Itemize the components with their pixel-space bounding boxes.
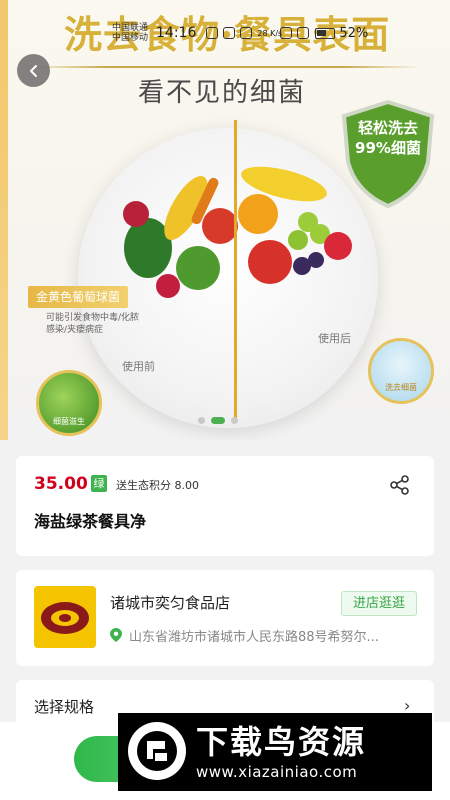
after-circle-image: 洗去细菌 <box>368 338 434 404</box>
shield-line-1: 轻松洗去 <box>357 119 418 137</box>
wifi-icon <box>280 27 293 39</box>
watermark-url: www.xiazainiao.com <box>196 763 358 781</box>
alarm-icon <box>223 27 236 39</box>
hero-divider <box>30 66 420 68</box>
watermark: 下载鸟资源 www.xiazainiao.com <box>118 713 432 791</box>
store-name[interactable]: 诸城市奕匀食品店 <box>110 592 230 613</box>
before-circle-label: 细菌滋生 <box>53 417 85 426</box>
store-logo[interactable] <box>34 586 96 648</box>
vibrate-icon <box>240 27 253 39</box>
product-name: 海盐绿茶餐具净 <box>34 512 147 531</box>
signal-icon <box>297 27 310 39</box>
store-logo-image <box>34 586 96 648</box>
battery-icon <box>315 27 336 39</box>
carousel-dot-active[interactable] <box>211 417 225 424</box>
status-icons: 28 K/s <box>206 27 310 39</box>
visit-store-button[interactable]: 进店逛逛 <box>341 591 417 616</box>
status-bar: 中国联通 中国移动 14:16 28 K/s 52% <box>112 20 442 46</box>
shield-text: 轻松洗去 99%细菌 <box>344 118 432 158</box>
shield-line-2: 99%细菌 <box>355 139 421 157</box>
use-after-label: 使用后 <box>318 332 351 345</box>
carousel-dot[interactable] <box>198 417 205 424</box>
hero-edge-strip <box>0 0 8 440</box>
back-button[interactable] <box>17 54 50 87</box>
location-pin-icon <box>110 628 122 642</box>
store-card[interactable]: 诸城市奕匀食品店 进店逛逛 山东省潍坊市诸城市人民东路88号希努尔... <box>16 570 434 666</box>
bacteria-note: 可能引发食物中毒/化脓感染/夹瘘病症 <box>46 313 140 335</box>
price-card: 35.00 绿 送生态积分 8.00 海盐绿茶餐具净 <box>16 456 434 556</box>
carrier-2: 中国移动 <box>112 33 149 43</box>
notification-icon <box>206 27 219 39</box>
carrier-1: 中国联通 <box>112 23 149 33</box>
share-icon[interactable] <box>389 474 411 496</box>
eco-points: 送生态积分 8.00 <box>116 479 199 492</box>
watermark-logo <box>128 722 186 780</box>
status-time: 14:16 <box>156 25 197 41</box>
chevron-left-icon <box>29 64 37 77</box>
after-circle-label: 洗去细菌 <box>385 383 417 392</box>
bird-logo-icon <box>137 731 177 771</box>
product-image-carousel[interactable]: 洗去食物·餐具表面 看不见的细菌 轻松洗去 99%细菌 金黄色葡萄球菌 可能引发… <box>0 0 450 440</box>
green-tag: 绿 <box>91 475 107 492</box>
store-address: 山东省潍坊市诸城市人民东路88号希努尔... <box>129 630 379 645</box>
watermark-title: 下载鸟资源 <box>196 723 367 761</box>
spec-label: 选择规格 <box>34 698 95 716</box>
carousel-dot[interactable] <box>231 417 238 424</box>
plate-divider <box>234 120 237 420</box>
vegetables-image <box>123 176 238 298</box>
before-circle-image: 细菌滋生 <box>36 370 102 436</box>
carousel-indicator <box>198 417 238 424</box>
battery-percent: 52% <box>339 25 369 41</box>
bacteria-badge: 金黄色葡萄球菌 <box>28 286 129 308</box>
network-speed: 28 K/s <box>257 28 283 38</box>
price: 35.00 <box>34 474 88 494</box>
hero-subtitle: 看不见的细菌 <box>138 78 307 108</box>
use-before-label: 使用前 <box>122 360 155 373</box>
carrier-labels: 中国联通 中国移动 <box>112 23 148 43</box>
